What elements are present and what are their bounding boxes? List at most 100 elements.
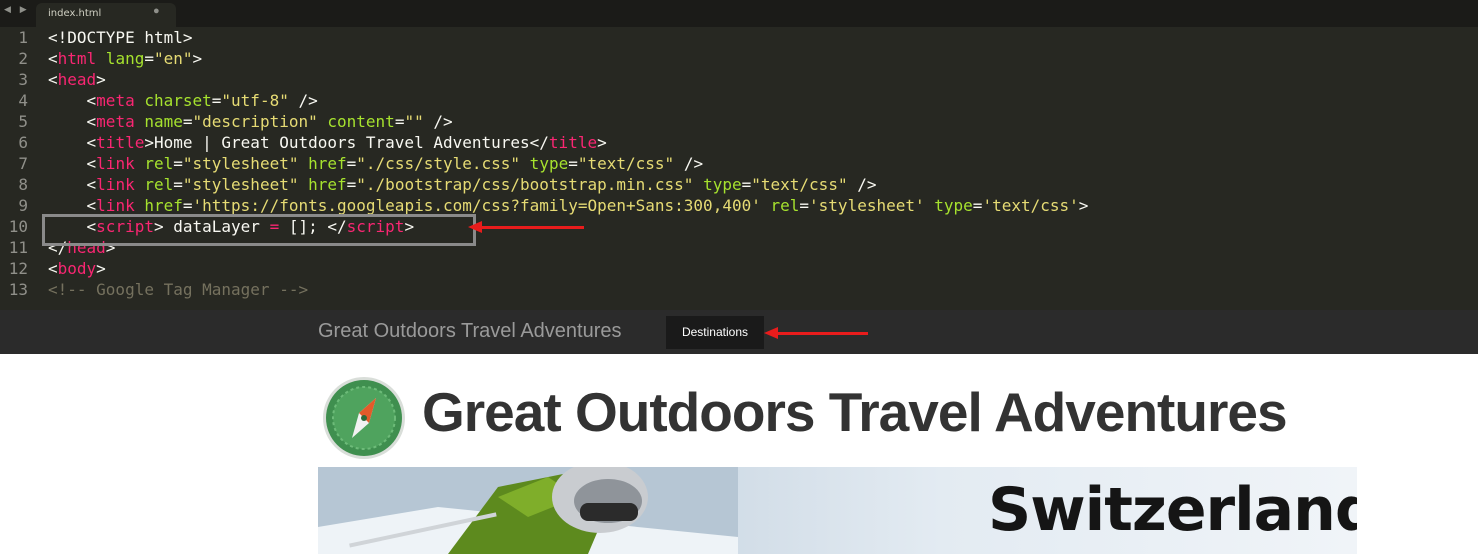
code-token: > [597, 133, 607, 152]
line-number: 9 [18, 196, 28, 215]
code-token: = [394, 112, 405, 131]
code-token: type [693, 175, 742, 194]
code-token: /> [423, 112, 453, 131]
code-token: = [799, 196, 810, 215]
annotation-arrow-icon [468, 221, 584, 233]
code-token: rel [760, 196, 800, 215]
hero-image-skier [318, 467, 738, 554]
code-token: html [57, 49, 97, 68]
site-navbar: Great Outdoors Travel Adventures Destina… [0, 310, 1478, 354]
code-token: = [182, 196, 193, 215]
code-token: "stylesheet" [182, 154, 299, 173]
code-token: = [211, 91, 222, 110]
code-token: > [1078, 196, 1089, 215]
line-number: 7 [18, 154, 28, 173]
code-token: = [173, 175, 183, 194]
code-token: /> [288, 91, 318, 110]
code-line[interactable]: 7 <link rel="stylesheet" href="./css/sty… [0, 153, 1478, 174]
code-token: title [548, 133, 598, 152]
code-token: href [298, 154, 347, 173]
code-text: <link rel="stylesheet" href="./bootstrap… [48, 174, 877, 195]
code-line[interactable]: 12 <body> [0, 258, 1478, 279]
code-editor: ◀ ▶ index.html ● 1 <!DOCTYPE html> 2 <html … [0, 0, 1478, 310]
code-line[interactable]: 3 <head> [0, 69, 1478, 90]
code-line[interactable]: 13 <!-- Google Tag Manager --> [0, 279, 1478, 300]
line-number: 1 [18, 28, 28, 47]
code-token: = [346, 154, 357, 173]
editor-tab-bar: ◀ ▶ index.html ● [0, 0, 1478, 27]
line-number: 2 [18, 49, 28, 68]
code-token: title [96, 133, 145, 152]
code-token: rel [134, 154, 174, 173]
tab-close-icon[interactable]: ● [153, 5, 160, 17]
line-number: 8 [18, 175, 28, 194]
code-token: "description" [192, 112, 318, 131]
code-token: < [48, 175, 97, 194]
compass-icon [323, 377, 405, 459]
code-token: type [924, 196, 973, 215]
code-token: body [57, 259, 97, 278]
code-token: "./css/style.css" [356, 154, 521, 173]
code-token: < [48, 196, 97, 215]
code-token: < [48, 112, 97, 131]
code-token: < [48, 49, 58, 68]
code-token: 'text/css' [982, 196, 1079, 215]
annotation-arrow-icon [764, 327, 868, 339]
code-token: < [48, 133, 97, 152]
nav-item-destinations[interactable]: Destinations [666, 316, 764, 349]
code-area[interactable]: 1 <!DOCTYPE html> 2 <html lang="en"> 3 <head>… [0, 27, 1478, 310]
tab-nav-arrows-icon[interactable]: ◀ ▶ [4, 5, 30, 15]
navbar-brand[interactable]: Great Outdoors Travel Adventures [318, 320, 622, 343]
tab-index-html[interactable]: index.html ● [36, 3, 176, 27]
code-token: "en" [153, 49, 193, 68]
code-token: < [48, 154, 97, 173]
code-token: link [96, 154, 135, 173]
line-number: 13 [8, 280, 28, 299]
code-line[interactable]: 6 <title>Home | Great Outdoors Travel Ad… [0, 132, 1478, 153]
code-token: name [134, 112, 183, 131]
code-token: link [96, 196, 135, 215]
code-token: lang [96, 49, 145, 68]
code-token: < [48, 91, 97, 110]
code-token: < [48, 259, 58, 278]
tab-title: index.html [48, 8, 102, 19]
code-token: link [96, 175, 135, 194]
line-number: 5 [18, 112, 28, 131]
code-line[interactable]: 1 <!DOCTYPE html> [0, 27, 1478, 48]
code-token: "./bootstrap/css/bootstrap.min.css" [356, 175, 694, 194]
highlight-box [42, 214, 476, 246]
code-line[interactable]: 9 <link href='https://fonts.googleapis.c… [0, 195, 1478, 216]
code-line[interactable]: 8 <link rel="stylesheet" href="./bootstr… [0, 174, 1478, 195]
code-token: "text/css" [751, 175, 848, 194]
code-token: 'stylesheet' [809, 196, 925, 215]
code-text: <meta name="description" content="" /> [48, 111, 453, 132]
line-number: 10 [8, 217, 28, 236]
code-token: < [48, 70, 58, 89]
code-line[interactable]: 5 <meta name="description" content="" /> [0, 111, 1478, 132]
code-token: <!-- Google Tag Manager --> [48, 280, 309, 299]
code-token: = [182, 112, 193, 131]
code-line[interactable]: 2 <html lang="en"> [0, 48, 1478, 69]
code-token: >Home | Great Outdoors Travel Adventures… [144, 133, 549, 152]
code-token: meta [96, 91, 135, 110]
code-token: "utf-8" [221, 91, 289, 110]
code-token: href [298, 175, 347, 194]
page-title: Great Outdoors Travel Adventures [422, 381, 1288, 443]
code-token: > [192, 49, 203, 68]
code-text: <html lang="en"> [48, 48, 202, 69]
code-text: <meta charset="utf-8" /> [48, 90, 318, 111]
code-token: "text/css" [577, 154, 675, 173]
line-number: 12 [8, 259, 28, 278]
code-line[interactable]: 4 <meta charset="utf-8" /> [0, 90, 1478, 111]
code-token: 'https://fonts.googleapis.com/css?family… [192, 196, 761, 215]
code-token: "stylesheet" [182, 175, 299, 194]
hero-banner: Switzerland [318, 467, 1357, 554]
line-number: 3 [18, 70, 28, 89]
code-text: <!DOCTYPE html> [48, 27, 193, 48]
code-token: > [96, 259, 106, 278]
code-token: = [144, 49, 154, 68]
code-token: /> [674, 154, 704, 173]
code-token: /> [847, 175, 877, 194]
code-token: <!DOCTYPE html> [48, 28, 193, 47]
code-token: head [57, 70, 97, 89]
